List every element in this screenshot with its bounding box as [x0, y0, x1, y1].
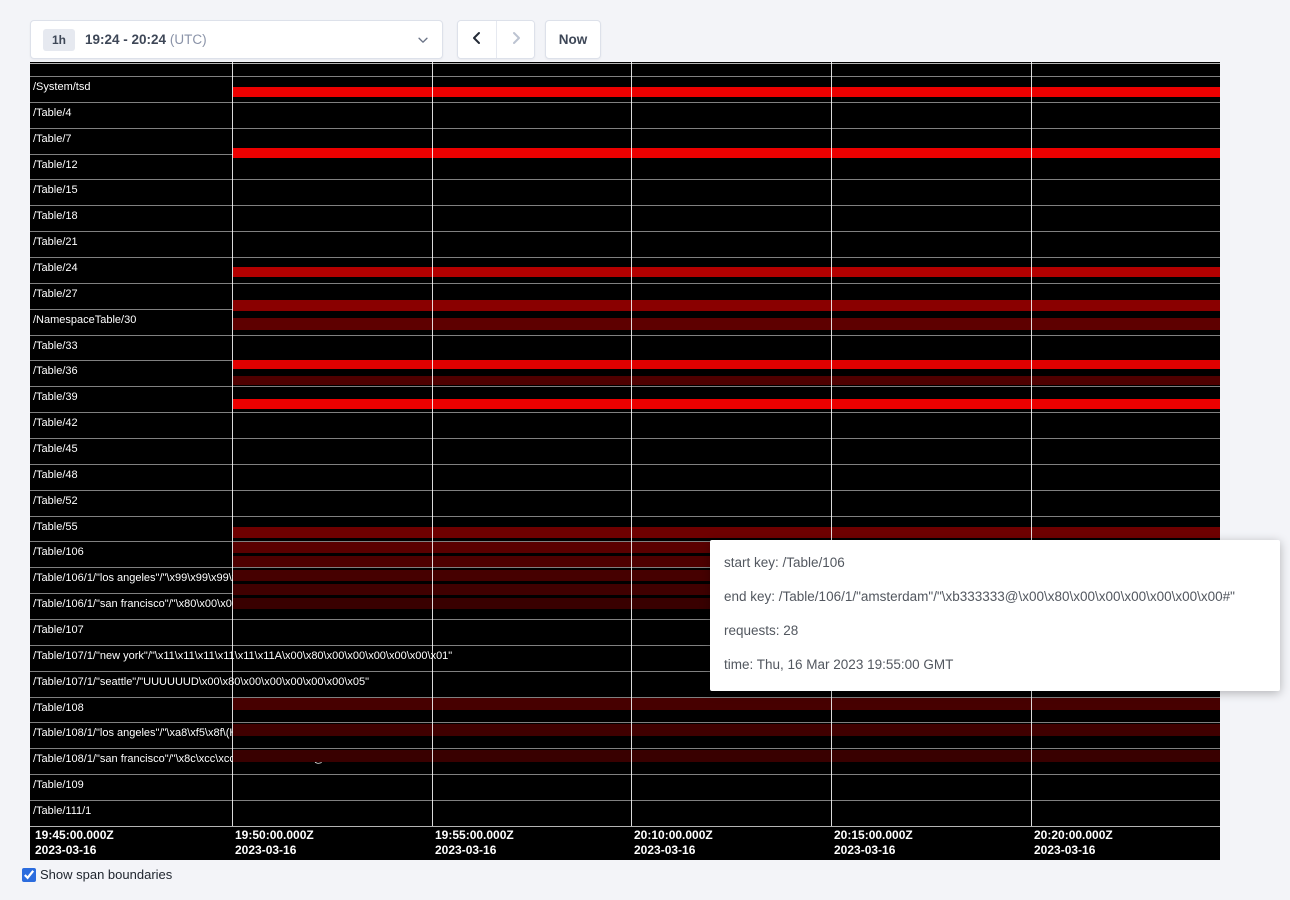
heat-band[interactable]: [233, 360, 1220, 369]
heat-band[interactable]: [233, 750, 1220, 762]
tooltip-line: requests: 28: [724, 622, 1266, 639]
heat-band[interactable]: [233, 300, 1220, 311]
span-row-label: /Table/45: [30, 443, 78, 456]
span-row-label: /Table/111/1: [30, 805, 91, 818]
x-axis-tick-time: 19:55:00.000Z: [435, 828, 514, 842]
time-nav-group: [457, 20, 535, 59]
span-row-label: /Table/107/1/"seattle"/"UUUUUUD\x00\x80\…: [30, 676, 369, 689]
prev-time-button[interactable]: [458, 21, 496, 58]
tooltip-line: start key: /Table/106: [724, 554, 1266, 571]
span-row-label: /Table/24: [30, 262, 78, 275]
heat-band[interactable]: [233, 724, 1220, 736]
span-row-label: /Table/106: [30, 546, 84, 559]
span-row[interactable]: /Table/52: [30, 490, 1220, 516]
span-row[interactable]: /Table/18: [30, 205, 1220, 231]
time-window-badge: 1h: [43, 29, 75, 51]
span-row[interactable]: /Table/33: [30, 335, 1220, 361]
span-row-label: /Table/42: [30, 417, 78, 430]
time-gridline: [631, 62, 632, 826]
span-row-label: /Table/52: [30, 495, 78, 508]
hover-tooltip: start key: /Table/106 end key: /Table/106…: [710, 540, 1280, 691]
span-row-label: /Table/21: [30, 236, 78, 249]
x-axis-tick: 19:50:00.000Z2023-03-16: [232, 828, 314, 857]
time-gridline: [232, 62, 233, 826]
heat-band[interactable]: [233, 376, 1220, 385]
x-axis-tick-date: 2023-03-16: [834, 843, 913, 857]
span-row-label: /System/tsd: [30, 81, 90, 94]
now-button[interactable]: Now: [545, 20, 601, 59]
span-row[interactable]: /Table/109: [30, 774, 1220, 800]
x-axis-tick-date: 2023-03-16: [435, 843, 514, 857]
span-row-label: /NamespaceTable/30: [30, 314, 136, 327]
span-row[interactable]: /Table/4: [30, 102, 1220, 128]
key-visualizer-canvas[interactable]: /System/tsd/Table/4/Table/7/Table/12/Tab…: [30, 62, 1220, 860]
span-row-label: /Table/109: [30, 779, 84, 792]
x-axis-tick: 19:55:00.000Z2023-03-16: [432, 828, 514, 857]
x-axis-tick-time: 19:45:00.000Z: [35, 828, 114, 842]
span-row[interactable]: /Table/21: [30, 231, 1220, 257]
time-gridline: [432, 62, 433, 826]
heat-band[interactable]: [233, 87, 1220, 97]
show-span-boundaries-control: Show span boundaries: [22, 867, 172, 882]
x-axis-tick-date: 2023-03-16: [634, 843, 713, 857]
span-row-label: /Table/39: [30, 391, 78, 404]
next-time-button[interactable]: [496, 21, 534, 58]
x-axis-tick: 20:20:00.000Z2023-03-16: [1031, 828, 1113, 857]
timezone-label: (UTC): [170, 32, 207, 47]
chevron-left-icon: [469, 30, 485, 49]
x-axis-tick-date: 2023-03-16: [235, 843, 314, 857]
heat-band[interactable]: [233, 318, 1220, 330]
chevron-right-icon: [508, 30, 524, 49]
span-boundary-bottom-line: [30, 826, 1220, 827]
span-row-label: /Table/108: [30, 702, 84, 715]
x-axis-tick-time: 20:15:00.000Z: [834, 828, 913, 842]
span-row[interactable]: /Table/42: [30, 412, 1220, 438]
chevron-down-icon: [416, 33, 430, 47]
span-row-label: /Table/18: [30, 210, 78, 223]
x-axis-tick: 20:10:00.000Z2023-03-16: [631, 828, 713, 857]
span-row[interactable]: /Table/45: [30, 438, 1220, 464]
span-row-label: /Table/33: [30, 340, 78, 353]
heat-band[interactable]: [233, 267, 1220, 277]
span-boundary-top-line: [30, 63, 1220, 64]
heat-band[interactable]: [233, 399, 1220, 409]
span-row[interactable]: /Table/15: [30, 179, 1220, 205]
span-row-label: /Table/7: [30, 133, 72, 146]
x-axis-tick-time: 20:20:00.000Z: [1034, 828, 1113, 842]
span-row[interactable]: /Table/111/1: [30, 800, 1220, 826]
heat-band[interactable]: [233, 148, 1220, 158]
tooltip-line: time: Thu, 16 Mar 2023 19:55:00 GMT: [724, 656, 1266, 673]
time-range-dropdown[interactable]: 1h 19:24 - 20:24 (UTC): [30, 20, 443, 59]
tooltip-line: end key: /Table/106/1/"amsterdam"/"\xb33…: [724, 588, 1266, 605]
x-axis-tick: 19:45:00.000Z2023-03-16: [32, 828, 114, 857]
x-axis-tick-date: 2023-03-16: [1034, 843, 1113, 857]
span-row-label: /Table/15: [30, 184, 78, 197]
time-range-label: 19:24 - 20:24 (UTC): [85, 32, 207, 47]
x-axis-tick: 20:15:00.000Z2023-03-16: [831, 828, 913, 857]
x-axis-tick-date: 2023-03-16: [35, 843, 114, 857]
show-span-boundaries-label: Show span boundaries: [40, 867, 172, 882]
span-row-label: /Table/48: [30, 469, 78, 482]
x-axis-tick-time: 20:10:00.000Z: [634, 828, 713, 842]
span-row[interactable]: /Table/48: [30, 464, 1220, 490]
span-row-label: /Table/4: [30, 107, 72, 120]
span-row-label: /Table/107: [30, 624, 84, 637]
show-span-boundaries-checkbox[interactable]: [22, 868, 36, 882]
span-row-label: /Table/36: [30, 365, 78, 378]
span-row-label: /Table/12: [30, 159, 78, 172]
x-axis-tick-time: 19:50:00.000Z: [235, 828, 314, 842]
time-gridline: [831, 62, 832, 826]
heat-band[interactable]: [233, 527, 1220, 538]
time-range-value: 19:24 - 20:24: [85, 32, 166, 47]
span-row-label: /Table/55: [30, 521, 78, 534]
heat-band[interactable]: [233, 698, 1220, 710]
span-row-label: /Table/107/1/"new york"/"\x11\x11\x11\x1…: [30, 650, 452, 663]
time-gridline: [1031, 62, 1032, 826]
span-row-label: /Table/27: [30, 288, 78, 301]
